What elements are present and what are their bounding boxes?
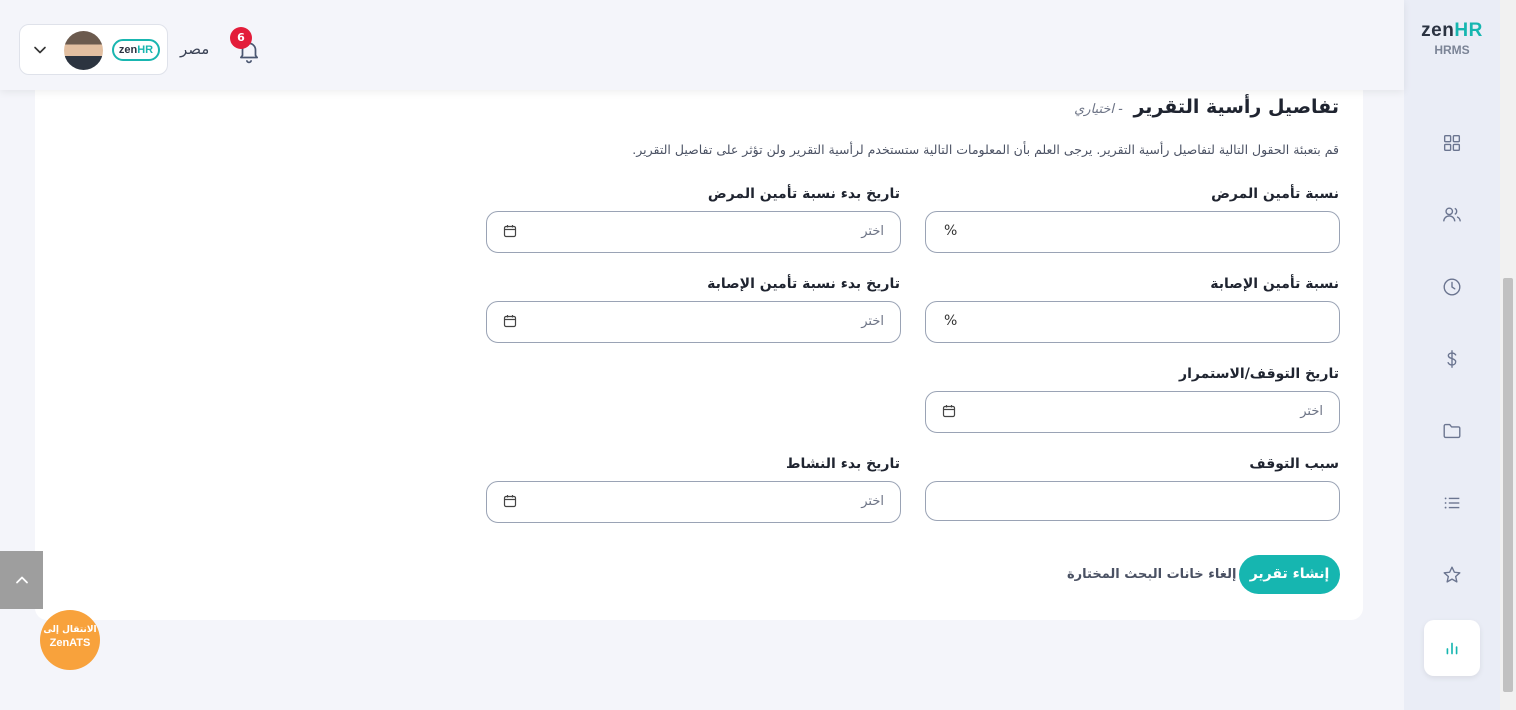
- sidebar: zenHR HRMS: [1404, 0, 1500, 710]
- country-label[interactable]: مصر: [180, 40, 209, 58]
- sidebar-item-dashboard[interactable]: [1424, 115, 1480, 171]
- date-placeholder: اختر: [861, 314, 884, 329]
- chevron-up-icon: [15, 576, 28, 584]
- stop-continue-date-input[interactable]: اختر: [925, 391, 1340, 433]
- clear-search-button[interactable]: إلغاء خانات البحث المختارة: [1067, 567, 1236, 582]
- users-icon: [1443, 207, 1461, 222]
- date-placeholder: اختر: [1300, 404, 1323, 419]
- top-header: zenHR مصر 6: [0, 0, 1404, 90]
- create-report-button[interactable]: إنشاء تقرير: [1239, 555, 1340, 594]
- stop-continue-date-label: تاريخ التوقف/الاستمرار: [1179, 366, 1339, 382]
- sidebar-item-attendance[interactable]: [1424, 259, 1480, 315]
- report-header-card: تفاصيل رأسية التقرير - اختياري قم بتعبئة…: [35, 60, 1363, 620]
- percent-suffix: %: [944, 313, 958, 329]
- list-icon: [1444, 497, 1460, 509]
- section-description: قم بتعبئة الحقول التالية لتفاصيل رأسية ا…: [632, 142, 1339, 157]
- optional-label: - اختياري: [1074, 102, 1123, 117]
- sick-insurance-start-date-input[interactable]: اختر: [486, 211, 901, 253]
- sidebar-item-users[interactable]: [1424, 187, 1480, 243]
- injury-insurance-start-label: تاريخ بدء نسبة تأمين الإصابة: [707, 276, 900, 292]
- scroll-to-top-button[interactable]: [0, 551, 43, 609]
- page-scrollbar[interactable]: [1500, 0, 1516, 710]
- sidebar-item-reports[interactable]: [1424, 620, 1480, 676]
- scrollbar-thumb[interactable]: [1503, 278, 1513, 692]
- calendar-icon[interactable]: [942, 404, 956, 418]
- dashboard-icon: [1443, 134, 1461, 152]
- percent-suffix: %: [944, 223, 958, 239]
- clock-icon: [1443, 278, 1461, 296]
- star-icon: [1443, 566, 1461, 583]
- sidebar-item-favorites[interactable]: [1424, 547, 1480, 603]
- calendar-icon[interactable]: [503, 224, 517, 238]
- injury-insurance-start-date-input[interactable]: اختر: [486, 301, 901, 343]
- stop-reason-input[interactable]: [925, 481, 1340, 521]
- calendar-icon[interactable]: [503, 494, 517, 508]
- stop-reason-label: سبب التوقف: [1249, 456, 1339, 472]
- date-placeholder: اختر: [861, 224, 884, 239]
- injury-insurance-rate-input[interactable]: %: [925, 301, 1340, 343]
- sidebar-item-payroll[interactable]: [1424, 331, 1480, 387]
- sidebar-item-documents[interactable]: [1424, 403, 1480, 459]
- activity-start-label: تاريخ بدء النشاط: [786, 456, 900, 472]
- company-logo: zenHR: [112, 39, 160, 61]
- sidebar-item-lists[interactable]: [1424, 475, 1480, 531]
- injury-insurance-rate-label: نسبة تأمين الإصابة: [1210, 276, 1339, 292]
- date-placeholder: اختر: [861, 494, 884, 509]
- go-to-zenats-button[interactable]: الانتقال إلى ZenATS: [40, 610, 100, 670]
- chevron-down-icon: [34, 46, 46, 54]
- chart-icon: [1446, 642, 1458, 655]
- notification-badge: 6: [230, 27, 252, 49]
- activity-start-date-input[interactable]: اختر: [486, 481, 901, 523]
- folder-icon: [1443, 423, 1461, 439]
- user-menu[interactable]: zenHR: [19, 24, 168, 75]
- dollar-icon: [1447, 350, 1457, 368]
- sick-insurance-start-label: تاريخ بدء نسبة تأمين المرض: [707, 186, 900, 202]
- sick-insurance-rate-input[interactable]: %: [925, 211, 1340, 253]
- sick-insurance-rate-label: نسبة تأمين المرض: [1211, 186, 1339, 202]
- section-title: تفاصيل رأسية التقرير - اختياري: [1074, 96, 1339, 118]
- brand-logo[interactable]: zenHR HRMS: [1404, 20, 1500, 57]
- avatar[interactable]: [64, 31, 103, 70]
- calendar-icon[interactable]: [503, 314, 517, 328]
